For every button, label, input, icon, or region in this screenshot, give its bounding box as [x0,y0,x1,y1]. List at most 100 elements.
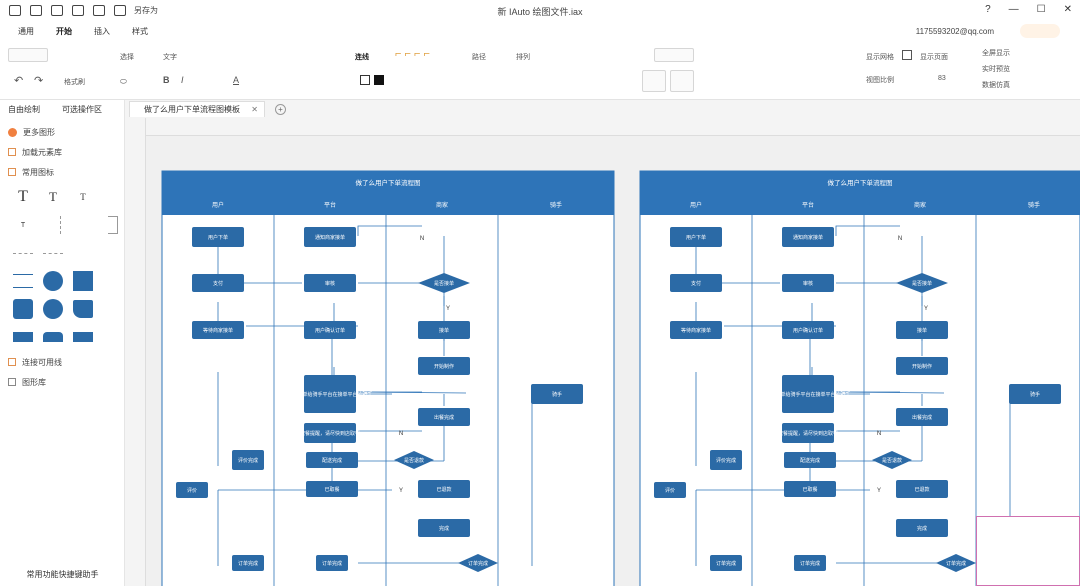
menu-insert[interactable]: 插入 [94,26,110,37]
empty-slot [68,214,98,236]
select-button[interactable]: 选择 [120,52,134,62]
grid-toggle[interactable]: 显示网格 [866,52,894,62]
minimize-icon[interactable]: — [1009,4,1019,15]
shortcut-helper[interactable]: 常用功能快捷键助手 [0,569,125,580]
rect-outline-shape[interactable] [8,270,38,292]
page-toggle[interactable]: 显示页面 [920,52,948,62]
diagram-title: 做了么用户下单流程图 [828,178,893,187]
node-final-label: 订单完成 [946,560,966,567]
horizontal-ruler [146,118,1080,136]
circle-shape[interactable] [38,270,68,292]
menu-general[interactable]: 通用 [18,26,34,37]
node-pick-label: 已取餐 [324,486,339,493]
empty-slot [98,242,128,264]
node-finish-label: 订单完成 [716,560,736,567]
close-icon[interactable]: ✕ [1064,4,1072,15]
folder-icon [8,378,16,386]
circle-large-shape[interactable] [38,298,68,320]
brace-shape[interactable] [98,214,128,236]
path-label[interactable]: 路径 [472,52,486,62]
library-icon [8,148,16,156]
banner-shape[interactable] [68,326,98,348]
style-preset-1[interactable] [642,70,666,92]
add-tab-icon[interactable]: + [275,103,286,115]
fullscreen-button[interactable]: 全屏显示 [982,48,1010,58]
help-icon[interactable]: ? [985,4,991,15]
node-pick-label: 已取餐 [802,486,817,493]
rounded-square-shape[interactable] [8,298,38,320]
node-pay-label: 支付 [213,280,223,287]
lane-header-1: 平台 [324,201,336,209]
font-color-icon[interactable]: A [233,75,239,85]
node-evaluate-label: 评价 [665,487,675,494]
sidebar-item-label: 常用图标 [22,167,54,177]
tab-document[interactable]: 做了么用户下单流程图模板 ✕ [129,101,265,117]
font-size-select[interactable] [8,48,48,62]
drawing-canvas[interactable]: 做了么用户下单流程图 用户 平台 商家 骑手 N N Y Y 用户下单 支付 等待商家接单 通知商家接单… [146,136,1080,586]
shape-style-button[interactable] [654,48,694,62]
text-large-shape[interactable]: T [8,186,38,208]
node-done-label: 完成 [917,525,927,532]
vip-badge[interactable] [1020,24,1060,38]
label-no-2: N [399,431,403,437]
minimap[interactable] [976,516,1080,586]
select-icon[interactable]: ⬭ [120,77,127,87]
sidebar-item-library[interactable]: 加载元素库 [0,142,124,162]
format-brush-button[interactable]: 格式刷 [64,77,85,87]
title-bar: 另存为 新 IAuto 绘图文件.iax ? — ☐ ✕ [0,0,1080,20]
node-evaluate-label: 评价 [187,487,197,494]
ribbon-toolbar: ↶ ↷ 格式刷 选择 ⬭ 文字 B I A 连线 ⌐ ⌐ ⌐ ⌐ 路径 排列 显… [0,42,1080,100]
node-accept-label: 接单 [917,327,927,334]
node-check-label: 审核 [803,280,813,287]
text-medium-shape[interactable]: T [38,186,68,208]
node-refund-label: 已退款 [436,486,451,493]
data-mode-button[interactable]: 数据仿真 [982,80,1010,90]
italic-icon[interactable]: I [181,75,184,85]
wave-shape[interactable] [8,326,38,348]
close-tab-icon[interactable]: ✕ [251,105,258,114]
arrange-label[interactable]: 排列 [516,52,530,62]
account-email[interactable]: 1175593202@qq.com [916,27,994,36]
node-deliver-label: 配送完成 [322,457,342,464]
menu-style[interactable]: 样式 [132,26,148,37]
tab-shape[interactable] [38,326,68,348]
redo-icon[interactable]: ↷ [34,74,43,87]
text-small-shape[interactable]: T [68,186,98,208]
sidebar-item-more[interactable]: 更多图形 [0,122,124,142]
bold-icon[interactable]: B [163,75,170,85]
node-wait-label: 等待商家接单 [681,327,711,334]
sidebar-group-connectors[interactable]: 连接可用线 [0,352,124,372]
sidebar-group-shapes[interactable]: 图形库 [0,372,124,392]
menu-start[interactable]: 开始 [56,26,72,37]
maximize-icon[interactable]: ☐ [1037,4,1046,15]
tab-operation[interactable]: 可选操作区 [62,104,102,115]
text-tiny-shape[interactable]: T [8,214,38,236]
node-confirm-label: 用户确认订单 [315,327,345,334]
label-yes-1: Y [877,488,881,494]
bracket-shape[interactable] [38,214,68,236]
connector-style-icon[interactable]: ⌐ ⌐ ⌐ ⌐ [395,48,430,60]
text-button[interactable]: 文字 [163,52,177,62]
fill-color-icon[interactable] [360,75,370,85]
line-shape[interactable] [8,242,38,264]
zoom-label: 视图比例 [866,77,894,84]
square-shape[interactable] [68,270,98,292]
swimlane-diagram[interactable]: 做了么用户下单流程图用户 平台 商家 骑手NNYY用户下单支付等待商家接单通知商家接单… [161,170,615,586]
line-color-icon[interactable] [374,75,384,85]
dash-shape[interactable] [38,242,68,264]
grid-checkbox[interactable] [902,50,912,60]
sidebar-group-label: 图形库 [22,377,46,387]
node-refund-label: 已退款 [914,486,929,493]
sidebar-item-icons[interactable]: 常用图标 [0,162,124,182]
undo-icon[interactable]: ↶ [14,74,23,87]
connector-label[interactable]: 连线 [355,52,369,62]
lane-header-3: 骑手 [1028,201,1040,209]
style-preset-2[interactable] [670,70,694,92]
realtime-button[interactable]: 实时预览 [982,64,1010,74]
node-done-label: 完成 [439,525,449,532]
tab-free-draw[interactable]: 自由绘制 [8,104,40,115]
node-accept-q-label: 是否接单 [912,280,932,287]
node-accept-q-label: 是否接单 [434,280,454,287]
callout-shape[interactable] [68,298,98,320]
zoom-value[interactable]: 83 [938,75,946,82]
